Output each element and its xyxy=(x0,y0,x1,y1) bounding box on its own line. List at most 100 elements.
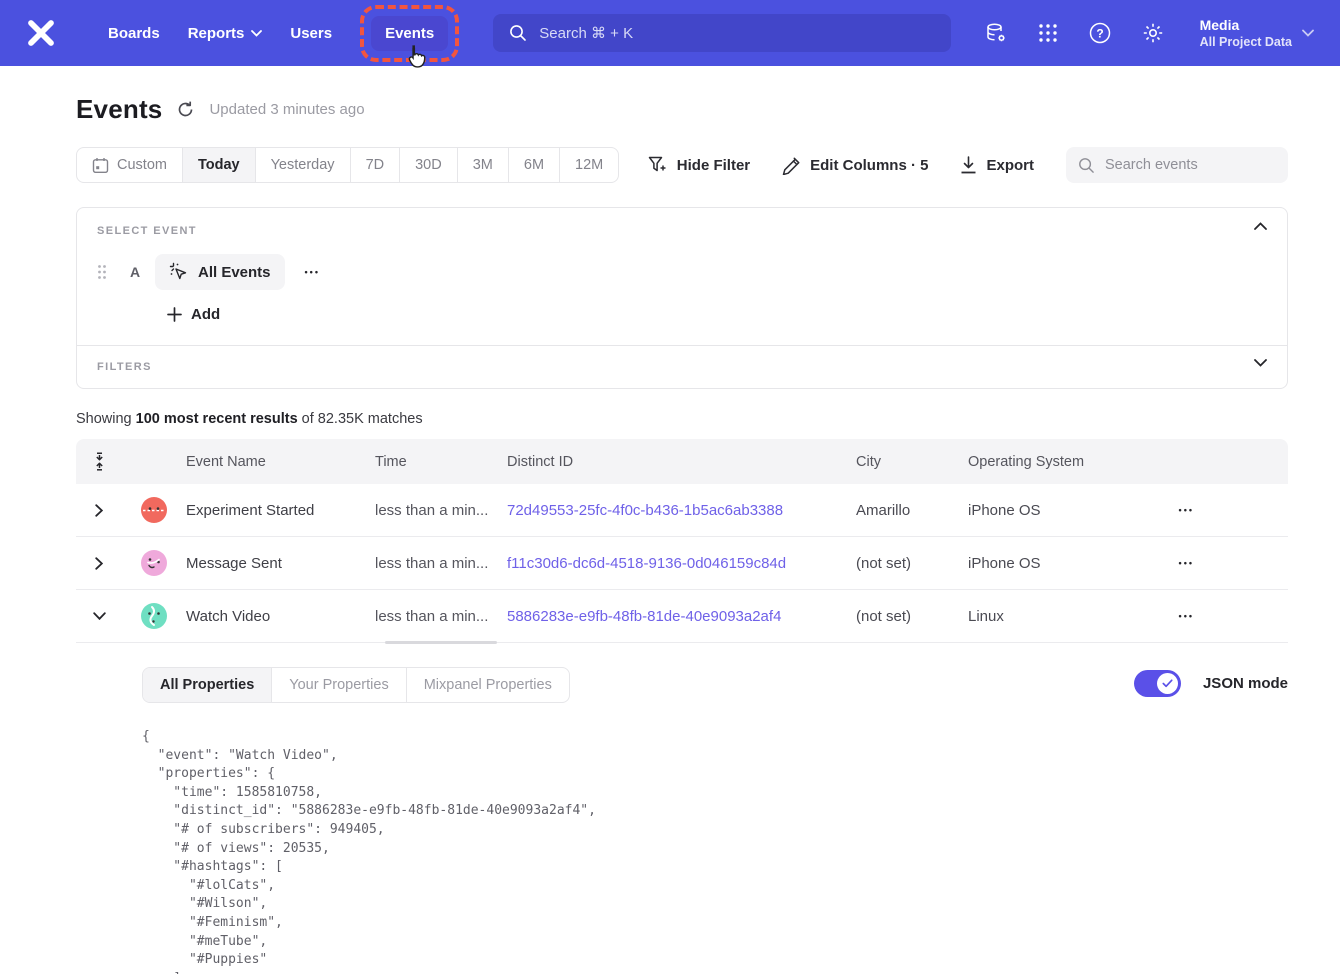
search-events-placeholder: Search events xyxy=(1105,157,1198,173)
column-header-os[interactable]: Operating System xyxy=(968,454,1167,470)
refresh-icon[interactable] xyxy=(176,100,195,119)
column-header-event-name[interactable]: Event Name xyxy=(186,454,375,470)
row-more-button[interactable]: ••• xyxy=(1173,605,1200,627)
event-avatar xyxy=(122,550,186,576)
svg-text:?: ? xyxy=(1096,26,1103,40)
project-switcher[interactable]: Media All Project Data xyxy=(1200,16,1314,50)
primary-nav: Boards Reports Users Events xyxy=(94,5,459,62)
date-option-yesterday[interactable]: Yesterday xyxy=(256,148,351,182)
filters-section[interactable]: FILTERS xyxy=(77,345,1287,388)
magic-cursor-icon xyxy=(169,262,189,282)
event-name: Experiment Started xyxy=(186,502,375,519)
expand-row-icon[interactable] xyxy=(76,498,122,523)
collapse-all-icon[interactable] xyxy=(76,452,122,471)
funnel-plus-icon xyxy=(648,156,668,174)
event-more-button[interactable]: ••• xyxy=(299,261,326,283)
collapse-row-icon[interactable] xyxy=(76,606,122,626)
json-mode-toggle[interactable] xyxy=(1134,670,1181,697)
toggle-knob xyxy=(1157,673,1178,694)
nav-item-label: Events xyxy=(385,25,434,42)
json-mode-label: JSON mode xyxy=(1203,675,1288,692)
row-more-button[interactable]: ••• xyxy=(1173,499,1200,521)
settings-gear-icon[interactable] xyxy=(1141,21,1165,45)
project-labels: Media All Project Data xyxy=(1200,16,1292,50)
table-header-row: Event Name Time Distinct ID City Operati… xyxy=(76,439,1288,484)
event-time: less than a min... xyxy=(375,502,507,519)
global-search-input[interactable]: Search ⌘ + K xyxy=(493,14,951,52)
page-header: Events Updated 3 minutes ago xyxy=(76,94,1288,125)
table-row-expanded[interactable]: Watch Video less than a min... 5886283e-… xyxy=(76,590,1288,643)
date-option-custom[interactable]: Custom xyxy=(77,148,183,182)
search-placeholder: Search ⌘ + K xyxy=(539,24,633,42)
event-name: Watch Video xyxy=(186,608,375,625)
event-os: Linux xyxy=(968,608,1167,625)
json-mode-control: JSON mode xyxy=(1134,670,1288,697)
expand-row-icon[interactable] xyxy=(76,551,122,576)
event-row: A All Events ••• xyxy=(97,254,1267,290)
edit-columns-label: Edit Columns · 5 xyxy=(810,157,928,174)
event-row-letter: A xyxy=(129,264,141,280)
date-option-7d[interactable]: 7D xyxy=(351,148,401,182)
drag-handle-icon[interactable] xyxy=(97,264,107,280)
chevron-down-icon[interactable] xyxy=(1254,359,1267,367)
project-name: Media xyxy=(1200,16,1292,34)
hide-filter-button[interactable]: Hide Filter xyxy=(648,156,750,174)
add-event-button[interactable]: Add xyxy=(167,306,1267,323)
filters-label: FILTERS xyxy=(97,361,1267,373)
mixpanel-logo-icon[interactable] xyxy=(26,18,56,48)
properties-tabs: All Properties Your Properties Mixpanel … xyxy=(142,667,570,703)
results-prefix: Showing xyxy=(76,411,136,427)
select-event-label: SELECT EVENT xyxy=(97,225,1267,237)
event-selector-label: All Events xyxy=(198,264,271,281)
query-builder-card: SELECT EVENT A All Events ••• Add FILTER… xyxy=(76,207,1288,389)
date-option-3m[interactable]: 3M xyxy=(458,148,509,182)
chevron-up-icon[interactable] xyxy=(1254,222,1267,230)
export-button[interactable]: Export xyxy=(960,156,1034,174)
distinct-id-link[interactable]: 72d49553-25fc-4f0c-b436-1b5ac6ab3388 xyxy=(507,502,856,519)
tab-your-properties[interactable]: Your Properties xyxy=(272,668,406,702)
date-option-label: Custom xyxy=(117,157,167,173)
event-city: Amarillo xyxy=(856,502,968,519)
event-time: less than a min... xyxy=(375,555,507,572)
select-event-section: SELECT EVENT A All Events ••• Add xyxy=(77,208,1287,345)
date-option-today[interactable]: Today xyxy=(183,148,256,182)
edit-columns-button[interactable]: Edit Columns · 5 xyxy=(782,156,928,175)
project-subtitle: All Project Data xyxy=(1200,34,1292,50)
table-row[interactable]: Message Sent less than a min... f11c30d6… xyxy=(76,537,1288,590)
data-management-icon[interactable] xyxy=(984,21,1008,45)
date-option-6m[interactable]: 6M xyxy=(509,148,560,182)
event-name: Message Sent xyxy=(186,555,375,572)
column-header-city[interactable]: City xyxy=(856,454,968,470)
table-row[interactable]: Experiment Started less than a min... 72… xyxy=(76,484,1288,537)
apps-grid-icon[interactable] xyxy=(1037,22,1059,44)
help-icon[interactable]: ? xyxy=(1088,21,1112,45)
download-icon xyxy=(960,156,977,174)
event-selector-chip[interactable]: All Events xyxy=(155,254,285,290)
nav-item-label: Reports xyxy=(188,25,245,42)
tab-all-properties[interactable]: All Properties xyxy=(143,668,272,702)
tab-mixpanel-properties[interactable]: Mixpanel Properties xyxy=(407,668,569,702)
search-events-input[interactable]: Search events xyxy=(1066,147,1288,183)
chevron-down-icon xyxy=(251,30,262,37)
results-count: 100 most recent results xyxy=(136,411,298,427)
date-option-12m[interactable]: 12M xyxy=(560,148,618,182)
nav-item-boards[interactable]: Boards xyxy=(94,16,174,51)
page-title: Events xyxy=(76,94,162,125)
event-os: iPhone OS xyxy=(968,555,1167,572)
column-header-distinct-id[interactable]: Distinct ID xyxy=(507,454,856,470)
nav-item-reports[interactable]: Reports xyxy=(174,16,277,51)
distinct-id-link[interactable]: f11c30d6-dc6d-4518-9136-0d046159c84d xyxy=(507,555,856,572)
annotation-dashed-box: Events xyxy=(360,5,459,62)
results-summary: Showing 100 most recent results of 82.35… xyxy=(76,411,1288,427)
nav-item-label: Users xyxy=(290,25,332,42)
column-header-time[interactable]: Time xyxy=(375,454,507,470)
event-detail-panel: All Properties Your Properties Mixpanel … xyxy=(76,643,1288,974)
event-city: (not set) xyxy=(856,608,968,625)
row-more-button[interactable]: ••• xyxy=(1173,552,1200,574)
nav-item-users[interactable]: Users xyxy=(276,16,346,51)
date-option-30d[interactable]: 30D xyxy=(400,148,458,182)
events-table: Event Name Time Distinct ID City Operati… xyxy=(76,439,1288,974)
distinct-id-link[interactable]: 5886283e-e9fb-48fb-81de-40e9093a2af4 xyxy=(507,608,856,625)
results-suffix: of 82.35K matches xyxy=(298,411,423,427)
nav-item-label: Boards xyxy=(108,25,160,42)
